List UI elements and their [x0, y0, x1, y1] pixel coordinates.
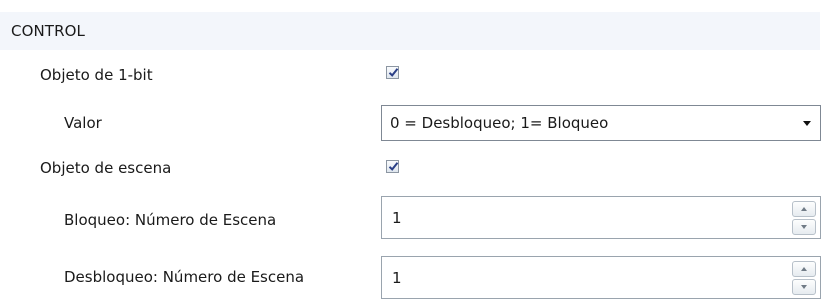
unlock-scene-spinner-up-button[interactable] — [792, 261, 816, 277]
lock-scene-number-field[interactable]: 1 — [381, 196, 821, 239]
section-title: CONTROL — [11, 22, 85, 40]
unlock-scene-number-value: 1 — [392, 269, 402, 287]
unlock-scene-number-field[interactable]: 1 — [381, 256, 821, 299]
label-object-scene: Objeto de escena — [40, 159, 172, 177]
unlock-scene-spinner-down-button[interactable] — [792, 279, 816, 295]
lock-scene-spinner-down-button[interactable] — [792, 219, 816, 235]
control-parameters-panel: CONTROL Objeto de 1-bit Valor 0 = Desblo… — [0, 0, 836, 300]
spinner-up-icon — [801, 267, 807, 271]
lock-scene-number-value: 1 — [392, 209, 402, 227]
label-unlock-scene: Desbloqueo: Número de Escena — [64, 268, 305, 286]
label-object-1bit: Objeto de 1-bit — [40, 66, 153, 84]
label-lock-scene: Bloqueo: Número de Escena — [64, 211, 277, 229]
checkmark-icon — [388, 68, 399, 77]
label-valor: Valor — [64, 114, 102, 132]
spinner-down-icon — [801, 285, 807, 289]
section-header: CONTROL — [0, 12, 820, 50]
dropdown-selected-value: 0 = Desbloqueo; 1= Bloqueo — [390, 114, 609, 132]
valor-dropdown[interactable]: 0 = Desbloqueo; 1= Bloqueo — [381, 105, 821, 141]
spinner-down-icon — [801, 225, 807, 229]
lock-scene-spinner-up-button[interactable] — [792, 201, 816, 217]
checkmark-icon — [388, 162, 399, 171]
spinner-up-icon — [801, 207, 807, 211]
checkbox-object-1bit[interactable] — [386, 66, 399, 79]
dropdown-arrow-icon — [803, 121, 811, 126]
checkbox-object-scene[interactable] — [386, 160, 399, 173]
